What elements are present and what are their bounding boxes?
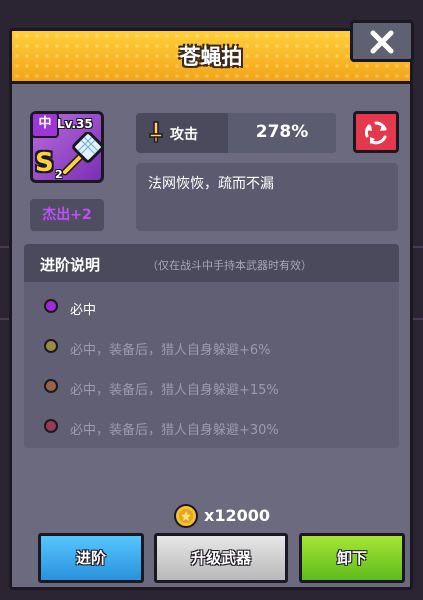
recycle-icon (364, 121, 387, 145)
coin-icon (174, 504, 198, 528)
advance-header: 进阶说明 （仅在战斗中手持本武器时有效） (24, 244, 399, 282)
upgrade-cost: x12000 (204, 506, 270, 525)
upgrade-weapon-button[interactable]: 升级武器 (154, 533, 288, 583)
advance-button[interactable]: 进阶 (38, 533, 144, 583)
recycle-button[interactable] (353, 111, 399, 153)
advance-panel: 进阶说明 （仅在战斗中手持本武器时有效） 必中 必中，装备后，猎人自身躲避+6%… (24, 244, 399, 448)
attack-value: 278% (255, 122, 309, 142)
weapon-icon[interactable]: 中 Lv.35 S 2 (30, 111, 104, 183)
advance-item-text: 必中，装备后，猎人自身躲避+30% (70, 423, 279, 438)
advance-item-text: 必中，装备后，猎人自身躲避+15% (70, 383, 279, 398)
advance-dot (44, 419, 58, 433)
weapon-description: 法网恢恢，疏而不漏 (148, 176, 274, 192)
advance-dot (44, 339, 58, 353)
unequip-button[interactable]: 卸下 (299, 533, 405, 583)
fly-swatter-icon (61, 132, 103, 176)
advance-note: （仅在战斗中手持本武器时有效） (147, 259, 312, 272)
quality-label: 杰出+2 (30, 199, 104, 231)
weapon-dialog: 苍蝇拍 中 Lv.35 S 2 杰出+2 攻击 278% 法网恢恢，疏而不漏 进… (9, 28, 413, 590)
advance-item-text: 必中，装备后，猎人自身躲避+6% (70, 343, 271, 358)
sword-icon (149, 121, 163, 143)
close-icon (370, 30, 394, 54)
attack-value-box: 278% (228, 113, 336, 153)
advance-item-text: 必中 (70, 303, 97, 318)
weapon-grade: S (35, 148, 54, 178)
advance-dot (44, 299, 58, 313)
tier-badge: 中 (31, 112, 59, 138)
advance-title: 进阶说明 (40, 256, 101, 274)
attack-stat: 攻击 278% (136, 113, 336, 153)
weapon-grade-stars: 2 (55, 168, 63, 181)
attack-label: 攻击 (170, 127, 198, 143)
weapon-level: Lv.35 (57, 117, 93, 131)
description-box: 法网恢恢，疏而不漏 (136, 163, 398, 231)
close-button[interactable] (350, 20, 414, 62)
advance-dot (44, 379, 58, 393)
